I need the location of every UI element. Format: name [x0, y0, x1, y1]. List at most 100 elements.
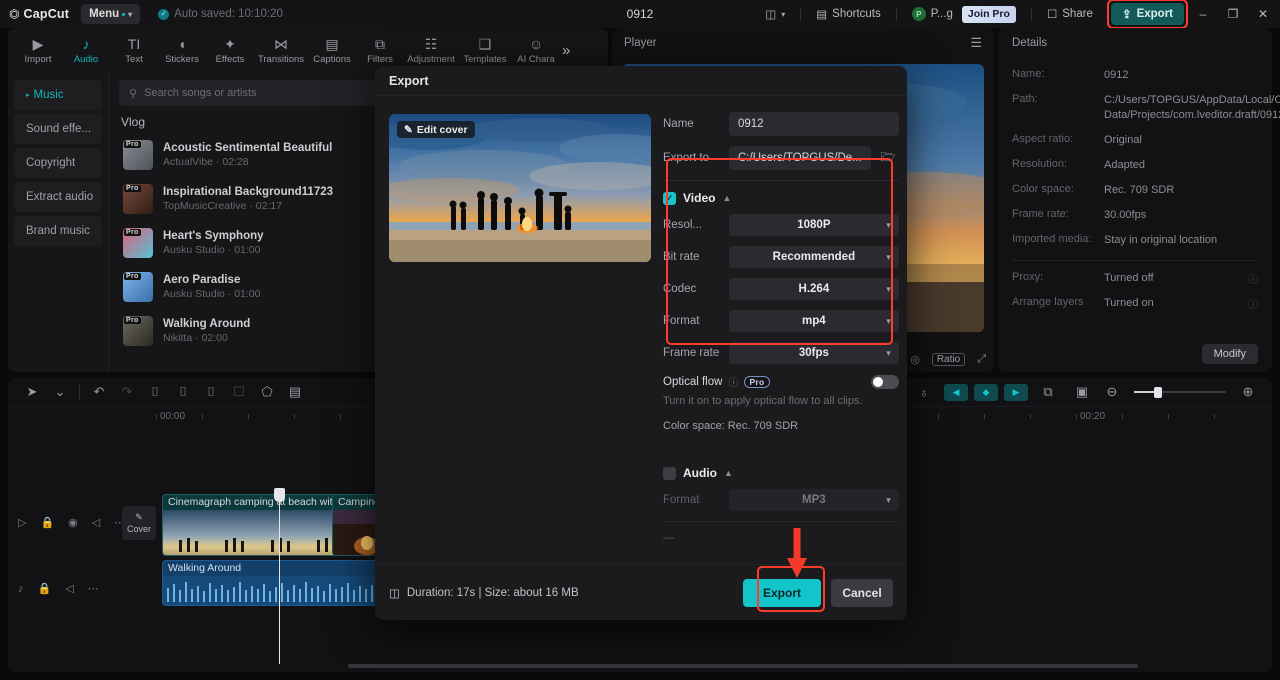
tool-tab-stickers[interactable]: ◖ Stickers [158, 29, 206, 71]
sidebar-item-brand-music[interactable]: Brand music [14, 216, 102, 246]
video-setting-value: 1080P [797, 219, 831, 231]
horizontal-scrollbar[interactable] [348, 664, 1138, 668]
video-setting-value: Recommended [772, 251, 856, 263]
video-setting-select[interactable]: mp4 ▾ [729, 310, 899, 332]
lock-icon[interactable]: 🔒 [38, 582, 52, 595]
playhead[interactable] [274, 488, 285, 664]
redo-icon[interactable]: ↷ [113, 380, 141, 404]
divider [895, 7, 897, 21]
undo-icon[interactable]: ↶ [85, 380, 113, 404]
video-checkbox[interactable]: ✓ [663, 191, 676, 205]
tool-tab-adjustment[interactable]: ☷ Adjustment [404, 29, 458, 71]
table-row[interactable]: Cinemagraph camping at beach with b [162, 494, 348, 556]
import-icon: ▶ [32, 35, 44, 52]
chevron-down-icon[interactable]: ⌄ [46, 380, 74, 404]
tool-tab-captions[interactable]: ▤ Captions [308, 29, 356, 71]
footer-actions: Export Cancel [743, 578, 907, 607]
trim-right-icon[interactable]: ⌷ [197, 380, 225, 404]
maximize-button[interactable]: ❐ [1218, 1, 1248, 27]
audio-track-icon[interactable]: ♪ [18, 583, 24, 595]
optical-flow-toggle[interactable] [870, 374, 899, 389]
video-setting-select[interactable]: 30fps ▾ [729, 342, 899, 364]
folder-icon[interactable]: 🗁 [877, 147, 899, 169]
close-button[interactable]: ✕ [1248, 1, 1278, 27]
split-icon[interactable]: ⌷ [141, 380, 169, 404]
detail-value: Turned off [1104, 272, 1154, 284]
player-title: Player [624, 37, 657, 49]
eye-icon[interactable]: ◉ [68, 516, 78, 529]
captions-icon: ▤ [325, 35, 339, 52]
export-to-field[interactable]: C:/Users/TOPGUS/De... [729, 146, 871, 170]
audio-section-header[interactable]: Audio ▲ [663, 466, 899, 480]
keyframe-next-icon[interactable]: ▶ [1004, 383, 1028, 401]
sidebar-item-sound-effe[interactable]: Sound effe... [14, 114, 102, 144]
auto-caption-icon[interactable]: ▤ [281, 380, 309, 404]
tool-tab-templates[interactable]: ❑ Templates [458, 29, 512, 71]
more-tools-icon[interactable]: » [560, 42, 570, 59]
tool-tab-filters[interactable]: ⧉ Filters [356, 29, 404, 71]
sidebar-item-music[interactable]: ▸ Music [14, 80, 102, 110]
zoom-out-icon[interactable]: ⊖ [1098, 380, 1126, 404]
help-icon[interactable]: ⓘ [728, 374, 738, 389]
menu-button[interactable]: Menu ▾ [81, 4, 141, 24]
fullscreen-icon[interactable]: ⤢ [977, 353, 986, 366]
export-dialog: Export ✎ Edit cover Name 0912 Export to … [375, 66, 907, 620]
modify-button[interactable]: Modify [1201, 344, 1258, 364]
account-button[interactable]: P P...g Join Pro [904, 3, 1024, 25]
song-name: Aero Paradise [163, 274, 241, 286]
keyframe-prev-icon[interactable]: ◀ [944, 383, 968, 401]
magnifier-frame-icon[interactable]: ◎ [910, 353, 920, 366]
tool-tab-effects[interactable]: ✦ Effects [206, 29, 254, 71]
playhead-handle[interactable] [274, 488, 285, 502]
name-field[interactable]: 0912 [729, 112, 899, 136]
tool-tab-label: Audio [73, 53, 99, 65]
tool-tab-import[interactable]: ▶ Import [14, 29, 62, 71]
sidebar-item-extract-audio[interactable]: Extract audio [14, 182, 102, 212]
video-track-icon[interactable]: ▷ [18, 516, 26, 529]
cover-preview[interactable]: ✎ Edit cover [389, 114, 651, 262]
optical-flow-label: Optical flow [663, 375, 723, 388]
layout-button[interactable]: ◫ ▾ [757, 3, 793, 25]
dialog-cancel-button[interactable]: Cancel [831, 578, 893, 607]
tool-tab-transitions[interactable]: ⋈ Transitions [254, 29, 308, 71]
microphone-icon[interactable]: ♁ [910, 380, 938, 404]
video-setting-select[interactable]: Recommended ▾ [729, 246, 899, 268]
export-top-button[interactable]: ⇪ Export [1110, 3, 1184, 25]
tool-tab-audio[interactable]: ♪ Audio [62, 29, 110, 71]
sidebar-item-copyright[interactable]: Copyright [14, 148, 102, 178]
chevron-up-icon[interactable]: ▲ [724, 468, 733, 478]
volume-icon[interactable]: ◁ [92, 516, 100, 529]
video-setting-select[interactable]: H.264 ▾ [729, 278, 899, 300]
ratio-button[interactable]: Ratio [931, 353, 966, 366]
trim-left-icon[interactable]: ⌷ [169, 380, 197, 404]
select-cursor-icon[interactable]: ➤ [18, 380, 46, 404]
zoom-slider-knob[interactable] [1154, 387, 1162, 398]
share-button[interactable]: ☐ Share [1039, 3, 1101, 25]
volume-icon[interactable]: ◁ [65, 582, 73, 595]
hamburger-icon[interactable]: ☰ [970, 35, 982, 51]
freeze-shield-icon[interactable]: ⬠ [253, 380, 281, 404]
video-section-header[interactable]: ✓ Video ▲ [663, 191, 899, 205]
keyframe-add-icon[interactable]: ◆ [974, 383, 998, 401]
minimize-button[interactable]: – [1188, 1, 1218, 27]
preview-render-icon[interactable]: ▣ [1068, 380, 1096, 404]
shortcuts-button[interactable]: ▤ Shortcuts [808, 3, 888, 25]
delete-icon[interactable]: ☐ [225, 380, 253, 404]
help-icon[interactable]: ⓘ [1248, 271, 1258, 286]
dialog-export-button[interactable]: Export [743, 578, 821, 607]
video-setting-select[interactable]: 1080P ▾ [729, 214, 899, 236]
zoom-slider[interactable] [1134, 387, 1226, 398]
more-icon[interactable]: ⋯ [88, 582, 99, 595]
edit-cover-button[interactable]: ✎ Edit cover [397, 121, 475, 138]
mirror-icon[interactable]: ⧉ [1034, 380, 1062, 404]
help-icon[interactable]: ⓘ [1248, 296, 1258, 311]
audio-format-select[interactable]: MP3 ▾ [729, 489, 899, 511]
lock-icon[interactable]: 🔒 [40, 516, 54, 529]
join-pro-badge[interactable]: Join Pro [961, 5, 1016, 23]
chevron-up-icon[interactable]: ▲ [722, 193, 731, 203]
cover-button[interactable]: ✎ Cover [122, 506, 156, 540]
zoom-in-icon[interactable]: ⊕ [1234, 380, 1262, 404]
audio-checkbox[interactable] [663, 466, 676, 480]
tool-tab-ai-chara[interactable]: ☺ AI Chara [512, 29, 560, 71]
tool-tab-text[interactable]: TI Text [110, 29, 158, 71]
